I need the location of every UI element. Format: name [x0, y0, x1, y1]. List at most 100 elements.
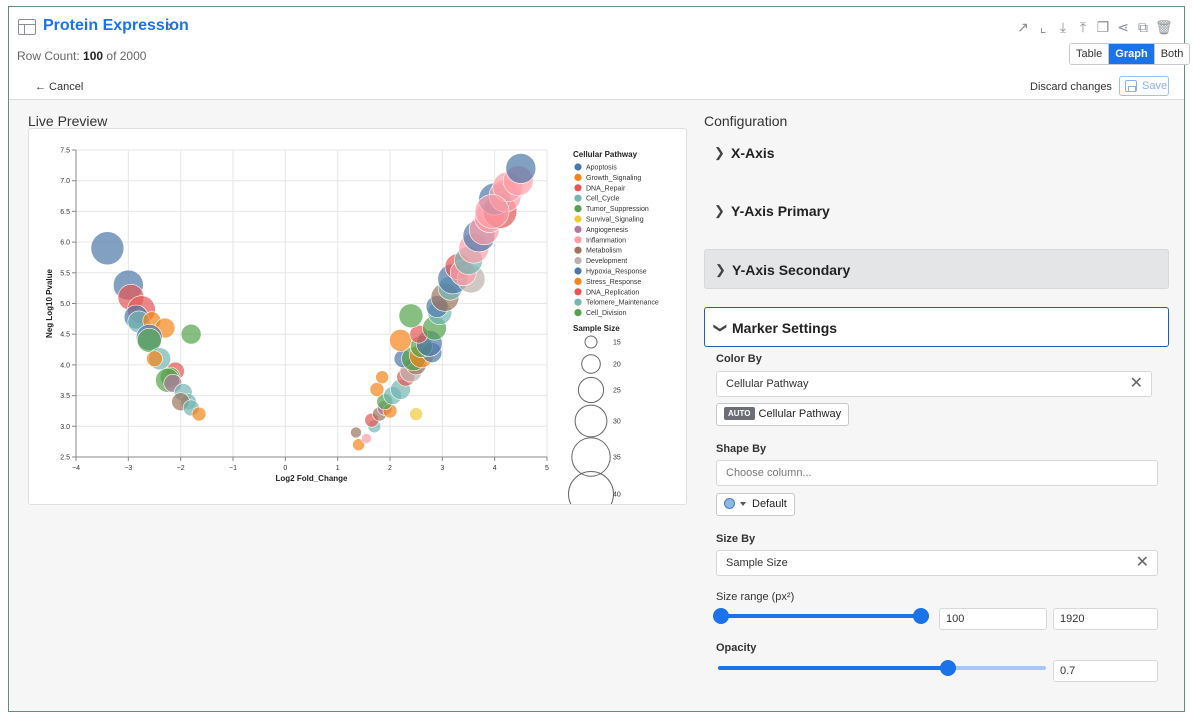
trash-icon[interactable]: 🗑 [1155, 19, 1173, 36]
copy-icon[interactable]: ❐ [1095, 19, 1111, 36]
duplicate-icon[interactable]: ⧉ [1135, 19, 1151, 36]
y-tick-label: 7.5 [60, 148, 70, 155]
size-range-max-input[interactable]: 1920 [1053, 608, 1158, 630]
legend-size-title: Sample Size [573, 324, 620, 333]
external-link-icon[interactable]: ↗ [1015, 19, 1031, 36]
shape-picker[interactable]: Default [716, 493, 795, 516]
legend-item: Cell_Cycle [586, 196, 620, 203]
x-tick-label: −4 [72, 465, 80, 472]
save-icon [1125, 80, 1137, 92]
chevron-down-icon: ❯ [713, 322, 729, 334]
size-range-max-handle[interactable] [913, 608, 929, 624]
legend-swatch [574, 246, 582, 254]
x-tick-label: 0 [283, 465, 287, 472]
legend-swatch [574, 267, 582, 275]
legend-size-label: 30 [613, 419, 621, 426]
size-range-min-input[interactable]: 100 [939, 608, 1047, 630]
section-y-axis-primary[interactable]: ❯ Y-Axis Primary [704, 191, 1169, 231]
data-point [375, 370, 389, 384]
title-chevron-icon[interactable]: › [167, 16, 173, 36]
x-tick-label: 1 [336, 465, 340, 472]
legend-size-circle [574, 404, 608, 438]
shape-by-label: Shape By [716, 443, 767, 455]
view-graph-button[interactable]: Graph [1109, 44, 1155, 64]
circle-shape-icon [724, 498, 735, 509]
legend-size-label: 25 [613, 388, 621, 395]
legend-swatch [574, 215, 582, 223]
y-tick-label: 6.5 [60, 209, 70, 216]
section-x-axis[interactable]: ❯ X-Axis [704, 133, 1169, 173]
legend-size-circle [581, 354, 601, 374]
section-y-axis-secondary[interactable]: ❯ Y-Axis Secondary [704, 249, 1169, 289]
size-range-track[interactable] [721, 614, 921, 618]
download-icon[interactable]: ⤓ [1055, 19, 1071, 36]
size-range-min-handle[interactable] [713, 608, 729, 624]
color-auto-chip[interactable]: AUTO Cellular Pathway [716, 403, 850, 426]
legend-size-label: 35 [613, 455, 621, 462]
discard-changes-link[interactable]: Discard changes [1030, 81, 1112, 93]
legend-size-circle [571, 437, 611, 477]
y-tick-label: 6.0 [60, 240, 70, 247]
legend-swatch [574, 257, 582, 265]
data-point [369, 382, 385, 397]
opacity-input[interactable]: 0.7 [1053, 660, 1158, 682]
size-by-select[interactable]: Sample Size ✕ [716, 550, 1158, 576]
legend-swatch [574, 236, 582, 244]
app-window: Protein Expression › Row Count: 100 of 2… [8, 6, 1191, 712]
x-axis-title: Log2 Fold_Change [276, 474, 349, 483]
section-marker-settings[interactable]: ❯ Marker Settings [704, 307, 1169, 347]
legend-item: Development [586, 258, 627, 265]
legend-swatch [574, 225, 582, 233]
legend-item: Cell_Division [586, 310, 627, 317]
legend-item: Growth_Signaling [586, 175, 641, 182]
data-point [180, 323, 202, 345]
chart-card: −4 −3 −2 −1 0 1 2 3 4 5 2.5 3.0 3.5 4.0 4.5 5.0 5.5 6.0 6.… [28, 128, 687, 505]
legend-swatch [574, 298, 582, 306]
view-table-button[interactable]: Table [1070, 44, 1110, 64]
chevron-right-icon: ❯ [714, 203, 725, 218]
y-tick-label: 3.5 [60, 393, 70, 400]
x-tick-label: 3 [440, 465, 444, 472]
size-range-label: Size range (px²) [716, 591, 795, 603]
legend-size-circle [577, 376, 605, 404]
view-both-button[interactable]: Both [1154, 44, 1190, 64]
row-count: Row Count: 100 of 2000 [17, 49, 147, 63]
legend-item: Hypoxia_Response [586, 269, 647, 276]
share-icon[interactable]: ⋖ [1115, 19, 1131, 36]
opacity-handle[interactable] [939, 660, 956, 676]
clear-icon[interactable]: ✕ [1130, 372, 1143, 396]
legend-size-label: 40 [613, 492, 621, 499]
auto-badge: AUTO [724, 407, 755, 420]
color-by-select[interactable]: Cellular Pathway ✕ [716, 371, 1152, 397]
clear-icon[interactable]: ✕ [1136, 551, 1149, 575]
x-tick-label: 4 [493, 465, 497, 472]
chart-icon[interactable]: ⌞ [1035, 19, 1051, 36]
legend-item: Telomere_Maintenance [586, 300, 659, 307]
data-point [90, 231, 125, 266]
y-tick-label: 4.5 [60, 332, 70, 339]
shape-by-select[interactable]: Choose column... [716, 460, 1158, 486]
data-point [505, 153, 537, 184]
view-toggle: Table Graph Both [1069, 43, 1191, 65]
configuration-title: Configuration [704, 113, 788, 129]
legend-item: Survival_Signaling [586, 217, 644, 224]
save-button[interactable]: Save [1119, 76, 1169, 96]
upload-icon[interactable]: ⤒ [1075, 19, 1091, 36]
x-tick-label: −2 [177, 465, 185, 472]
cancel-link[interactable]: ← Cancel [35, 81, 83, 93]
chevron-right-icon: ❯ [714, 145, 725, 160]
y-tick-label: 5.0 [60, 301, 70, 308]
y-axis-title: Neg Log10 Pvalue [45, 269, 54, 338]
legend-item: DNA_Replication [586, 289, 639, 296]
legend: Cellular Pathway Apoptosis Growth_Signalin… [568, 150, 659, 504]
data-point [146, 350, 163, 368]
data-point [409, 407, 423, 421]
y-tick-label: 2.5 [60, 455, 70, 462]
y-tick-label: 4.0 [60, 362, 70, 369]
legend-swatch [574, 288, 582, 296]
size-by-label: Size By [716, 533, 756, 545]
legend-swatch [574, 309, 582, 317]
caret-down-icon [740, 502, 746, 506]
legend-item: Apoptosis [586, 165, 617, 172]
data-point [350, 426, 362, 439]
